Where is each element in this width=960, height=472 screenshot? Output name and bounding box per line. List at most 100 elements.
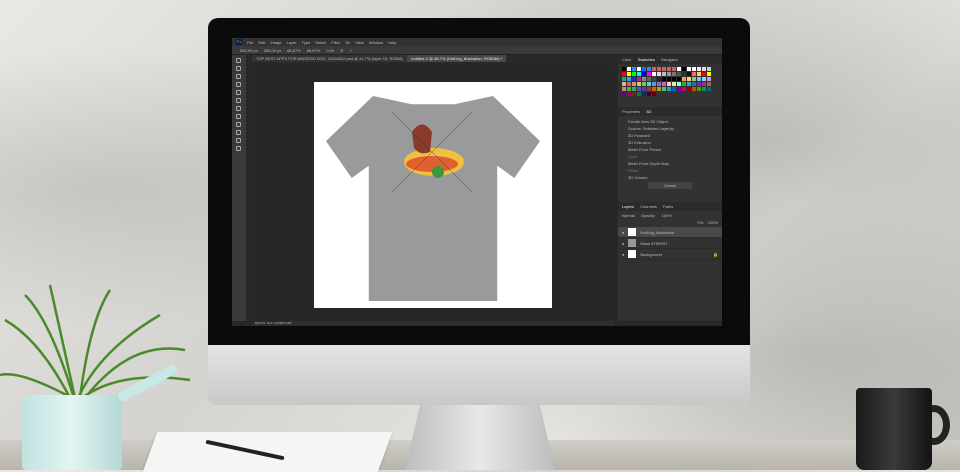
color-swatch[interactable] (627, 77, 631, 81)
color-swatch[interactable] (632, 92, 636, 96)
menu-view[interactable]: View (355, 40, 364, 45)
color-swatch[interactable] (647, 67, 651, 71)
menu-type[interactable]: Type (302, 40, 311, 45)
depth-select[interactable]: Plane (628, 167, 712, 174)
color-swatch[interactable] (677, 77, 681, 81)
color-swatch[interactable] (687, 67, 691, 71)
color-swatch[interactable] (667, 67, 671, 71)
commit-transform-icon[interactable]: ✓ (349, 48, 352, 53)
color-swatch[interactable] (647, 77, 651, 81)
color-swatch[interactable] (707, 87, 711, 91)
color-swatch[interactable] (692, 67, 696, 71)
cancel-transform-icon[interactable]: ⊘ (340, 48, 343, 53)
color-swatch[interactable] (677, 67, 681, 71)
color-swatch[interactable] (642, 82, 646, 86)
color-swatch[interactable] (692, 77, 696, 81)
lasso-tool-icon[interactable] (236, 66, 241, 71)
eraser-tool-icon[interactable] (236, 106, 241, 111)
brush-tool-icon[interactable] (236, 90, 241, 95)
color-swatch[interactable] (637, 67, 641, 71)
color-swatch[interactable] (647, 82, 651, 86)
color-swatch[interactable] (647, 92, 651, 96)
color-swatch[interactable] (697, 87, 701, 91)
hotdog-illustration[interactable] (392, 112, 472, 192)
color-swatch[interactable] (697, 77, 701, 81)
color-swatch[interactable] (652, 92, 656, 96)
color-swatch[interactable] (682, 82, 686, 86)
color-swatch[interactable] (672, 72, 676, 76)
color-swatch[interactable] (622, 67, 626, 71)
color-swatch[interactable] (697, 72, 701, 76)
width-field[interactable]: 66,67% (287, 48, 301, 53)
visibility-eye-icon[interactable]: ● (622, 252, 624, 257)
menu-layer[interactable]: Layer (286, 40, 296, 45)
zoom-tool-icon[interactable] (236, 146, 241, 151)
preset-select[interactable]: Cone (628, 153, 712, 160)
color-swatch[interactable] (687, 77, 691, 81)
tab-channels[interactable]: Channels (640, 204, 657, 209)
color-swatch[interactable] (622, 92, 626, 96)
menu-3d[interactable]: 3D (345, 40, 350, 45)
color-swatch[interactable] (622, 77, 626, 81)
color-swatch[interactable] (687, 72, 691, 76)
color-swatch[interactable] (637, 87, 641, 91)
color-swatch[interactable] (707, 72, 711, 76)
color-swatch[interactable] (672, 87, 676, 91)
menu-window[interactable]: Window (369, 40, 383, 45)
tab-paths[interactable]: Paths (663, 204, 673, 209)
menu-image[interactable]: Image (270, 40, 281, 45)
color-swatch[interactable] (702, 77, 706, 81)
color-swatch[interactable] (707, 67, 711, 71)
color-swatch[interactable] (707, 82, 711, 86)
color-swatch[interactable] (687, 82, 691, 86)
color-swatch[interactable] (662, 77, 666, 81)
tab-swatches[interactable]: Swatches (638, 57, 655, 62)
color-swatch[interactable] (632, 82, 636, 86)
color-swatch[interactable] (667, 77, 671, 81)
stamp-tool-icon[interactable] (236, 98, 241, 103)
height-field[interactable]: 66,67% (307, 48, 321, 53)
color-swatch[interactable] (627, 67, 631, 71)
color-swatch[interactable] (652, 77, 656, 81)
color-swatch[interactable] (627, 82, 631, 86)
option-3d-extrusion[interactable]: 3D Extrusion (628, 139, 712, 146)
color-swatch[interactable] (692, 87, 696, 91)
color-swatch[interactable] (707, 77, 711, 81)
color-swatch[interactable] (637, 82, 641, 86)
color-swatch[interactable] (667, 82, 671, 86)
color-swatch[interactable] (667, 72, 671, 76)
visibility-eye-icon[interactable]: ● (622, 241, 624, 246)
tab-color[interactable]: Color (622, 57, 632, 62)
color-swatch[interactable] (662, 82, 666, 86)
color-swatch[interactable] (657, 67, 661, 71)
color-swatch[interactable] (622, 72, 626, 76)
tab-layers[interactable]: Layers (622, 204, 634, 209)
color-swatch[interactable] (647, 72, 651, 76)
tab-android-box[interactable]: TOP BEST APPS FOR ANDROID BOX, 1024x512.… (252, 55, 407, 62)
color-swatch[interactable] (702, 87, 706, 91)
color-swatch[interactable] (652, 67, 656, 71)
color-swatch[interactable] (642, 92, 646, 96)
option-3d-postcard[interactable]: 3D Postcard (628, 132, 712, 139)
blend-mode-select[interactable]: Normal (622, 213, 635, 218)
color-swatch[interactable] (662, 67, 666, 71)
hand-tool-icon[interactable] (236, 138, 241, 143)
zoom-level[interactable]: 66,67% (255, 321, 265, 325)
color-swatch[interactable] (697, 82, 701, 86)
document-canvas[interactable] (314, 82, 552, 308)
menu-select[interactable]: Select (315, 40, 326, 45)
eyedropper-tool-icon[interactable] (236, 82, 241, 87)
color-swatch[interactable] (627, 92, 631, 96)
color-swatch[interactable] (702, 67, 706, 71)
color-swatch[interactable] (697, 67, 701, 71)
color-swatch[interactable] (662, 87, 666, 91)
color-swatch[interactable] (692, 72, 696, 76)
color-swatch[interactable] (677, 87, 681, 91)
color-swatch[interactable] (622, 87, 626, 91)
color-swatch[interactable] (622, 82, 626, 86)
color-swatch[interactable] (682, 72, 686, 76)
angle-field[interactable]: 0,00 (326, 48, 334, 53)
color-swatch[interactable] (657, 87, 661, 91)
fill-field[interactable]: 100% (708, 220, 718, 225)
option-mesh-from-depth-map[interactable]: Mesh From Depth Map (628, 160, 712, 167)
